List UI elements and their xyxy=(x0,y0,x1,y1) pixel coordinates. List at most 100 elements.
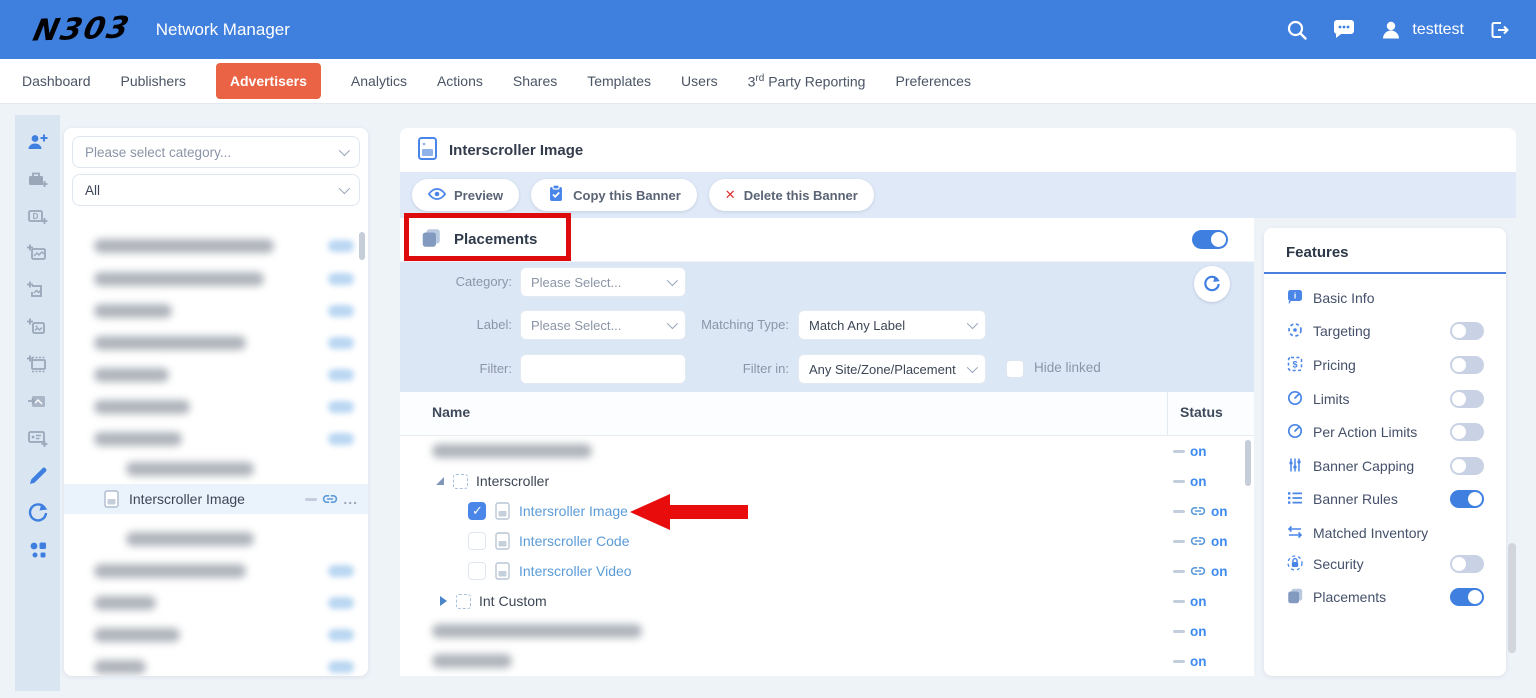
tab-analytics[interactable]: Analytics xyxy=(351,73,407,89)
add-media-banner-icon[interactable] xyxy=(26,353,50,377)
table-row-interscroller-group[interactable]: Interscroller on xyxy=(400,466,1246,496)
tab-3rd-party-reporting[interactable]: 3rd Party Reporting xyxy=(748,73,866,90)
brand-logo[interactable]: N303 xyxy=(30,10,134,48)
group-items-icon[interactable] xyxy=(26,538,50,562)
limits-toggle[interactable] xyxy=(1450,390,1484,408)
redacted-tree-item[interactable] xyxy=(94,336,246,350)
tab-preferences[interactable]: Preferences xyxy=(895,73,970,89)
add-banner-alt-icon[interactable] xyxy=(26,279,50,303)
security-toggle[interactable] xyxy=(1450,555,1484,573)
copy-banner-button[interactable]: Copy this Banner xyxy=(531,179,697,211)
more-actions[interactable]: ... xyxy=(343,491,358,507)
type-filter-select[interactable]: All xyxy=(72,174,360,206)
filter-in-select[interactable]: Any Site/Zone/Placement xyxy=(798,354,986,384)
feature-placements[interactable]: Placements xyxy=(1286,586,1484,608)
placements-enabled-toggle[interactable] xyxy=(1192,230,1228,249)
delete-banner-button[interactable]: ✕ Delete this Banner xyxy=(709,179,874,211)
add-briefcase-icon[interactable] xyxy=(26,168,50,192)
table-row-interscroller-code[interactable]: Interscroller Code on xyxy=(400,526,1246,556)
banner-rules-toggle[interactable] xyxy=(1450,490,1484,508)
hide-linked-checkbox[interactable] xyxy=(1006,360,1024,378)
add-user-icon[interactable] xyxy=(26,131,50,155)
refresh-icon[interactable] xyxy=(26,501,50,525)
redacted-tree-item[interactable] xyxy=(94,239,274,253)
tab-dashboard[interactable]: Dashboard xyxy=(22,73,91,89)
logout-icon[interactable] xyxy=(1488,19,1510,41)
row-link[interactable]: Intersroller Image xyxy=(519,503,628,519)
feature-matched-inventory[interactable]: Matched Inventory xyxy=(1286,522,1484,544)
redacted-tree-child-item[interactable] xyxy=(126,462,254,476)
redacted-tree-item[interactable] xyxy=(94,272,264,286)
per-action-limits-toggle[interactable] xyxy=(1450,423,1484,441)
feature-limits[interactable]: Limits xyxy=(1286,388,1484,410)
tab-users[interactable]: Users xyxy=(681,73,718,89)
tab-templates[interactable]: Templates xyxy=(587,73,651,89)
username[interactable]: testtest xyxy=(1412,21,1464,39)
feature-banner-capping[interactable]: Banner Capping xyxy=(1286,455,1484,477)
redacted-tree-item[interactable] xyxy=(94,660,146,674)
add-card-icon[interactable] xyxy=(26,427,50,451)
placements-feature-toggle[interactable] xyxy=(1450,588,1484,606)
refresh-placements-button[interactable] xyxy=(1194,266,1230,302)
feature-per-action-limits[interactable]: Per Action Limits xyxy=(1286,421,1484,443)
table-scrollbar[interactable] xyxy=(1245,440,1251,486)
page-title: Interscroller Image xyxy=(449,142,583,159)
tab-shares[interactable]: Shares xyxy=(513,73,557,89)
tab-actions[interactable]: Actions xyxy=(437,73,483,89)
edit-icon[interactable] xyxy=(26,464,50,488)
status-column-header[interactable]: Status xyxy=(1180,404,1223,420)
banner-capping-toggle[interactable] xyxy=(1450,457,1484,475)
tree-scrollbar[interactable] xyxy=(359,232,365,260)
tree-item-interscroller-image-selected[interactable]: Interscroller Image ... xyxy=(64,484,368,514)
name-column-header[interactable]: Name xyxy=(432,404,470,420)
table-row-interscroller-video[interactable]: Interscroller Video on xyxy=(400,556,1246,586)
placements-filters: Category: Please Select... Label: Please… xyxy=(400,262,1254,392)
table-row-int-custom-group[interactable]: Int Custom on xyxy=(400,586,1246,616)
redacted-tree-item[interactable] xyxy=(94,564,246,578)
redacted-tree-item[interactable] xyxy=(94,628,180,642)
label-filter-select[interactable]: Please Select... xyxy=(520,310,686,340)
add-banner-icon[interactable] xyxy=(26,242,50,266)
tab-publishers[interactable]: Publishers xyxy=(121,73,186,89)
export-image-icon[interactable] xyxy=(26,390,50,414)
table-row-intersroller-image[interactable]: Intersroller Image on xyxy=(400,496,1246,526)
chat-icon[interactable] xyxy=(1332,19,1356,41)
filter-text-input[interactable] xyxy=(520,354,686,384)
row-checkbox-checked[interactable] xyxy=(468,502,486,520)
targeting-toggle[interactable] xyxy=(1450,322,1484,340)
banner-title-card: Interscroller Image xyxy=(400,128,1516,172)
redacted-tree-child-item[interactable] xyxy=(126,532,254,546)
redacted-tree-item[interactable] xyxy=(94,368,169,382)
feature-pricing[interactable]: $ Pricing xyxy=(1286,354,1484,376)
row-link[interactable]: Interscroller Video xyxy=(519,563,632,579)
feature-security[interactable]: Security xyxy=(1286,553,1484,575)
redacted-tree-item[interactable] xyxy=(94,400,190,414)
add-image-icon[interactable] xyxy=(26,316,50,340)
add-advertiser-icon[interactable]: D xyxy=(26,205,50,229)
tab-advertisers[interactable]: Advertisers xyxy=(216,63,321,99)
category-select[interactable]: Please select category... xyxy=(72,136,360,168)
search-icon[interactable] xyxy=(1286,19,1308,41)
feature-banner-rules[interactable]: Banner Rules xyxy=(1286,488,1484,510)
expanded-arrow-icon[interactable] xyxy=(436,477,444,485)
page-scrollbar[interactable] xyxy=(1508,543,1516,653)
banner-icon xyxy=(495,562,510,580)
category-filter-select[interactable]: Please Select... xyxy=(520,267,686,297)
redacted-tree-item[interactable] xyxy=(94,596,156,610)
row-checkbox[interactable] xyxy=(468,562,486,580)
feature-basic-info[interactable]: i Basic Info xyxy=(1286,287,1484,309)
matching-type-select[interactable]: Match Any Label xyxy=(798,310,986,340)
redacted-tree-item[interactable] xyxy=(94,304,172,318)
redacted-tree-item[interactable] xyxy=(94,432,182,446)
collapsed-arrow-icon[interactable] xyxy=(440,596,447,606)
preview-button[interactable]: Preview xyxy=(412,179,519,211)
pricing-toggle[interactable] xyxy=(1450,356,1484,374)
user-icon[interactable] xyxy=(1380,19,1402,41)
row-checkbox[interactable] xyxy=(468,532,486,550)
table-row-redacted[interactable]: on xyxy=(400,616,1246,646)
feature-targeting[interactable]: Targeting xyxy=(1286,320,1484,342)
table-row-redacted[interactable]: on xyxy=(400,646,1246,676)
delete-x-icon: ✕ xyxy=(725,187,736,203)
row-link[interactable]: Interscroller Code xyxy=(519,533,630,549)
table-row-redacted[interactable]: on xyxy=(400,436,1246,466)
